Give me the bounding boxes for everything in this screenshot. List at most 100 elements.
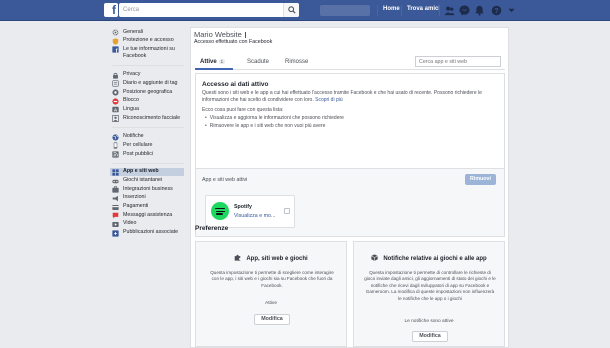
- friend-requests-icon[interactable]: [444, 5, 455, 16]
- sidebar-item-pubblicazioni[interactable]: Pubblicazioni associate: [112, 229, 184, 238]
- support-icon: [112, 212, 119, 219]
- sidebar-item-giochi[interactable]: Giochi istantanei: [112, 176, 184, 185]
- pref-card-game-notifications: Notifiche relative ai giochi e alle app …: [353, 241, 505, 347]
- active-tab-indicator: [195, 68, 233, 70]
- lock-icon: [113, 72, 118, 79]
- sidebar-item-lingua[interactable]: A Lingua: [112, 105, 184, 114]
- list-item: Rimuovere le app e i siti web che non vu…: [205, 123, 326, 129]
- globe-icon: [112, 134, 119, 141]
- sidebar-item-label: Diario e aggiunte di tag: [123, 79, 178, 86]
- active-apps-section: App e siti web attivi Rimuovi Spotify Vi…: [195, 169, 505, 237]
- tab-attive[interactable]: Attive 1: [200, 59, 226, 65]
- access-description: Questi sono i siti web e le app a cui ha…: [202, 90, 500, 104]
- business-icon: [112, 186, 119, 193]
- help-icon[interactable]: ?: [491, 5, 502, 16]
- settings-sidebar: Generali Protezione e accesso f Le tue i…: [110, 27, 184, 238]
- sidebar-item-inserzioni[interactable]: Inserzioni: [112, 194, 184, 203]
- pref-card-description: Questa impostazione ti permette di contr…: [364, 270, 496, 301]
- games-icon: [112, 179, 119, 183]
- sidebar-item-cellulare[interactable]: Per cellulare: [112, 141, 184, 150]
- spotify-logo-icon: [211, 202, 229, 220]
- active-apps-title: App e siti web attivi: [202, 177, 248, 183]
- sidebar-item-app-siti-web[interactable]: App e siti web: [110, 167, 184, 177]
- pref-card-title: Notifiche relative ai giochi e alle app: [354, 254, 504, 262]
- access-title: Accesso ai dati attivo: [202, 81, 269, 88]
- pref-card-status: Attive: [265, 301, 277, 306]
- search-icon: [288, 6, 296, 14]
- page-subtitle: Accesso effettuato con Facebook: [194, 39, 273, 45]
- sidebar-item-label: Integrazioni business: [123, 185, 173, 192]
- sidebar-item-tue-informazioni[interactable]: f Le tue informazioni su Facebook: [112, 45, 184, 60]
- list-title: Ecco cosa puoi fare con questa lista:: [202, 107, 284, 113]
- sidebar-item-generali[interactable]: Generali: [112, 28, 184, 37]
- sidebar-item-video[interactable]: Video: [112, 220, 184, 229]
- sidebar-item-privacy[interactable]: Privacy: [112, 71, 184, 80]
- find-friends-link[interactable]: Trova amici: [407, 6, 440, 12]
- sidebar-item-protezione[interactable]: Protezione e accesso: [112, 37, 184, 46]
- sidebar-item-diario[interactable]: Diario e aggiunte di tag: [112, 79, 184, 88]
- sidebar-group: Notifiche Per cellulare Post pubblici: [112, 132, 184, 164]
- sidebar-item-pagamenti[interactable]: Pagamenti: [112, 203, 184, 212]
- sidebar-item-riconoscimento[interactable]: Riconoscimento facciale: [112, 114, 184, 123]
- view-edit-link[interactable]: Visualizza e mo...: [234, 213, 275, 219]
- mobile-icon: [113, 142, 118, 150]
- sidebar-item-integrazioni[interactable]: Integrazioni business: [112, 185, 184, 194]
- sidebar-item-label: Video: [123, 220, 137, 227]
- sidebar-item-label: Per cellulare: [123, 141, 153, 148]
- app-select-checkbox[interactable]: [284, 208, 290, 214]
- sidebar-item-label: Riconoscimento facciale: [123, 114, 181, 121]
- sidebar-item-label: Le tue informazioni su Facebook: [123, 45, 175, 59]
- text-cursor: [244, 32, 246, 39]
- sidebar-item-blocco[interactable]: Blocco: [112, 97, 184, 106]
- account-menu-chevron-down-icon[interactable]: [508, 7, 515, 14]
- pref-card-title-text: Notifiche relative ai giochi e alle app: [383, 256, 487, 262]
- active-access-section: Accesso ai dati attivo Questi sono i sit…: [195, 73, 505, 169]
- tab-scadute[interactable]: Scadute: [247, 59, 269, 65]
- gear-icon: [112, 29, 119, 36]
- list-item: Visualizza e aggiorna le informazioni ch…: [205, 115, 344, 121]
- cube-icon: [371, 254, 379, 261]
- search-button[interactable]: [283, 3, 299, 17]
- apps-search-input[interactable]: [415, 56, 501, 67]
- remove-button[interactable]: Rimuovi: [465, 174, 496, 185]
- pref-card-status: Le notifiche sono attive: [404, 319, 454, 324]
- sidebar-item-posizione[interactable]: Posizione geografica: [112, 88, 184, 97]
- nav-divider: [377, 5, 378, 16]
- home-link[interactable]: Home: [383, 6, 400, 12]
- rss-icon: [112, 151, 119, 158]
- video-icon: [112, 222, 119, 227]
- sidebar-item-label: Pubblicazioni associate: [123, 229, 179, 236]
- sidebar-item-label: Posizione geografica: [123, 88, 173, 95]
- top-navigation-bar: f Cerca Home Trova amici ?: [0, 0, 610, 21]
- language-icon: A: [112, 107, 119, 113]
- sidebar-item-messaggi-assistenza[interactable]: Messaggi assistenza: [112, 211, 184, 220]
- sidebar-item-label: Lingua: [123, 105, 139, 112]
- messenger-icon[interactable]: [459, 5, 470, 16]
- edit-apps-games-button[interactable]: Modifica: [254, 314, 290, 325]
- learn-more-link[interactable]: Scopri di più: [315, 97, 343, 103]
- face-icon: [112, 115, 119, 123]
- sidebar-item-label: Generali: [123, 28, 144, 35]
- sidebar-item-post-pubblici[interactable]: Post pubblici: [112, 150, 184, 159]
- app-card-spotify[interactable]: Spotify Visualizza e mo...: [205, 195, 295, 228]
- sidebar-item-label: Pagamenti: [123, 203, 149, 210]
- block-icon: [112, 98, 119, 105]
- facebook-logo[interactable]: f: [104, 3, 118, 17]
- notifications-bell-icon[interactable]: [474, 5, 485, 16]
- sidebar-item-notifiche[interactable]: Notifiche: [112, 133, 184, 142]
- sidebar-item-label: App e siti web: [123, 168, 159, 175]
- sidebar-item-label: Post pubblici: [123, 150, 154, 157]
- search-input[interactable]: Cerca: [119, 3, 299, 17]
- svg-text:f: f: [116, 49, 118, 54]
- pref-card-title: App, siti web e giochi: [196, 254, 346, 262]
- tab-rimosse[interactable]: Rimosse: [285, 59, 308, 65]
- timeline-icon: [112, 80, 119, 87]
- ads-icon: [112, 195, 118, 202]
- puzzle-icon: [235, 254, 241, 261]
- edit-notifications-button[interactable]: Modifica: [412, 331, 448, 342]
- page-title-text: Mario Website: [194, 30, 242, 39]
- svg-text:?: ?: [494, 8, 498, 15]
- sidebar-item-label: Privacy: [123, 71, 141, 78]
- sidebar-item-label: Inserzioni: [123, 194, 146, 201]
- profile-link[interactable]: [320, 5, 370, 16]
